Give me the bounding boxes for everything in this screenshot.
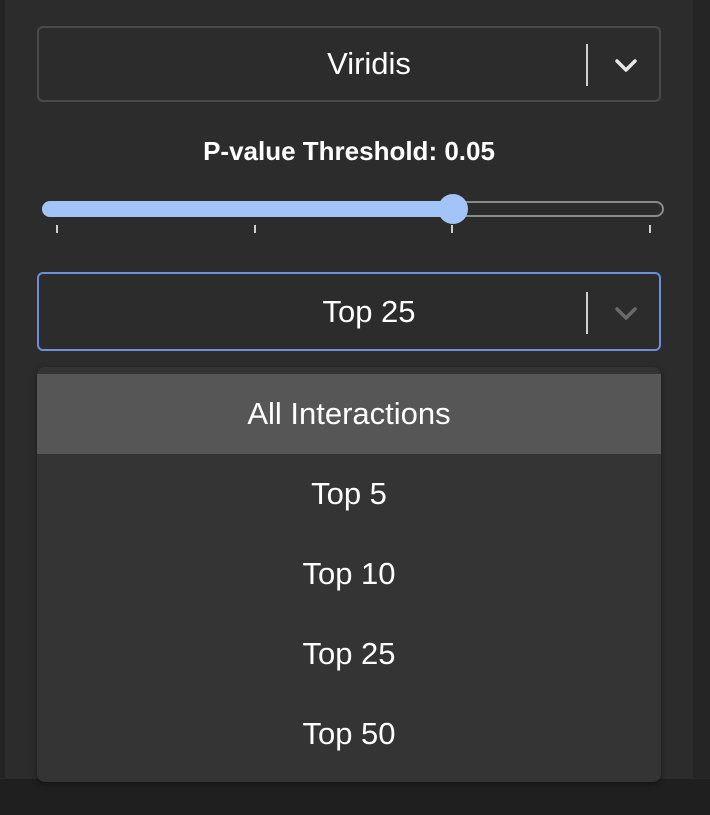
- panel-edge: [693, 0, 710, 778]
- menu-option-top-50[interactable]: Top 50: [37, 694, 661, 774]
- top-select-value: Top 25: [322, 293, 416, 329]
- slider-tick: [451, 225, 454, 233]
- select-separator: [586, 292, 588, 334]
- chevron-down-icon[interactable]: [609, 296, 643, 330]
- select-separator: [586, 44, 588, 86]
- top-interactions-select[interactable]: Top 25: [37, 272, 661, 351]
- colormap-select[interactable]: Viridis: [37, 26, 661, 102]
- slider-tick: [56, 225, 58, 233]
- colormap-select-value: Viridis: [327, 46, 411, 81]
- p-value-threshold-label: P-value Threshold: 0.05: [203, 136, 495, 166]
- p-value-slider-thumb[interactable]: [437, 194, 468, 224]
- menu-option-all-interactions[interactable]: All Interactions: [37, 374, 661, 454]
- chevron-down-icon[interactable]: [609, 48, 643, 82]
- top-interactions-menu: All Interactions Top 5 Top 10 Top 25 Top…: [37, 367, 661, 782]
- p-value-slider-fill: [42, 201, 453, 217]
- slider-tick: [649, 225, 651, 233]
- menu-option-top-5[interactable]: Top 5: [37, 454, 661, 534]
- menu-option-top-10[interactable]: Top 10: [37, 534, 661, 614]
- menu-padding: [37, 367, 661, 374]
- menu-option-top-25[interactable]: Top 25: [37, 614, 661, 694]
- bottom-strip: [0, 778, 710, 815]
- slider-tick: [253, 225, 256, 233]
